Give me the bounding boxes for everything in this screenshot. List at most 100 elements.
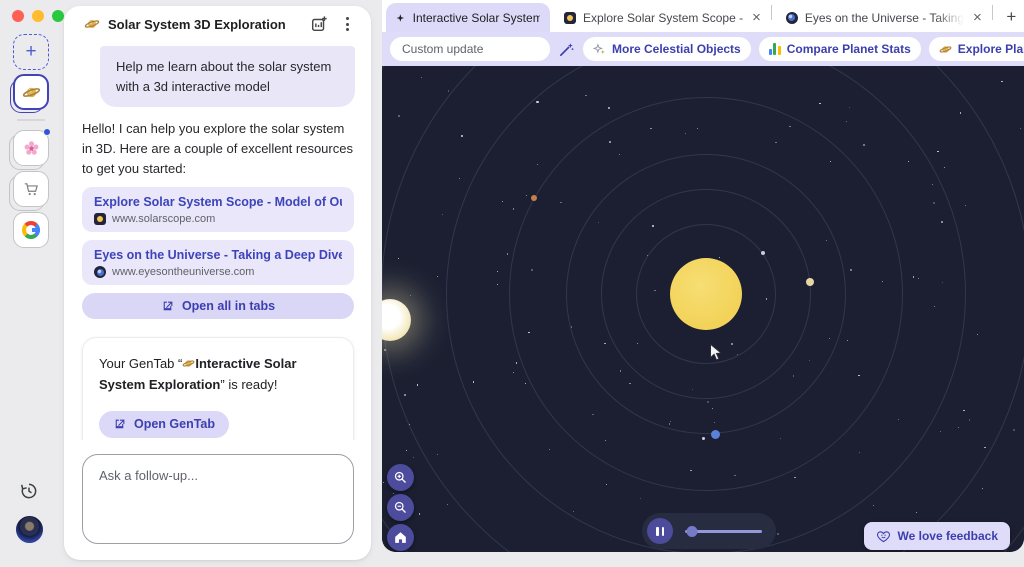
open-all-label: Open all in tabs [182,299,275,313]
open-gentab-button[interactable]: Open GenTab [99,411,229,438]
browser-tab-strip: Interactive Solar System Explor... Explo… [382,0,1024,32]
sparkle-star-icon [396,12,405,24]
cart-icon [23,181,40,198]
link-title[interactable]: Eyes on the Universe - Taking a Deep Div… [94,248,342,262]
feedback-button[interactable]: We love feedback [864,522,1011,550]
link-url: www.solarscope.com [112,213,215,225]
planet-icon [182,357,195,370]
tab-solar-system-scope[interactable]: Explore Solar System Scope - × [550,3,771,32]
moon-dot[interactable] [702,437,705,440]
tab-label: Interactive Solar System Explor... [413,11,540,25]
chat-header: Solar System 3D Exploration [64,6,371,42]
scene-layer [382,66,1024,552]
notification-dot [43,128,51,136]
planet-small-gray[interactable] [761,251,765,255]
planet-icon [84,16,100,32]
zoom-in-button[interactable] [387,464,414,491]
eyes-universe-favicon [786,12,798,24]
composer [82,454,354,544]
gentab-toolbar: More Celestial Objects Compare Planet St… [382,32,1024,66]
close-tab-icon[interactable]: × [971,10,984,25]
follow-up-input[interactable] [82,454,354,544]
tab-interactive-solar-system[interactable]: Interactive Solar System Explor... [386,3,550,32]
zoom-out-button[interactable] [387,494,414,521]
pause-icon [662,527,665,536]
minimize-window-button[interactable] [32,10,44,22]
plus-icon: + [1006,7,1016,27]
rail-tab-google[interactable] [13,212,49,248]
planet-icon [939,43,952,56]
magic-wand-icon [558,41,575,58]
gentab-ready-text: Your GenTab “Interactive Solar System Ex… [99,354,337,394]
home-view-button[interactable] [387,524,414,551]
vertical-tab-rail: + [0,0,62,567]
user-message-bubble: Help me learn about the solar system wit… [100,46,355,107]
solarscope-favicon [564,12,576,24]
open-in-new-icon [113,418,126,431]
planet-blue[interactable] [711,430,720,439]
speed-slider[interactable] [685,525,762,537]
history-icon [19,481,39,501]
tab-label: Explore Solar System Scope - [583,11,743,25]
pill-label: More Celestial Objects [612,42,741,56]
rail-tab-flower[interactable] [13,130,49,166]
solar-system-canvas[interactable]: We love feedback [382,66,1024,552]
tab-label: Eyes on the Universe - Taking [805,11,964,25]
google-logo-icon [22,221,40,239]
open-in-tab-icon [310,15,328,33]
chat-side-panel: Solar System 3D Exploration Help me lear… [64,6,371,560]
open-all-in-tabs-button[interactable]: Open all in tabs [82,293,354,319]
gentab-ready-card: Your GenTab “Interactive Solar System Ex… [82,337,354,440]
new-tab-rail-button[interactable]: + [13,34,49,70]
rail-divider [17,119,45,121]
sun[interactable] [670,258,742,330]
tab-eyes-on-universe[interactable]: Eyes on the Universe - Taking × [772,3,992,32]
flower-icon [23,140,40,157]
magic-wand-button[interactable] [558,38,575,60]
history-button[interactable] [19,481,41,503]
planet-icon [22,83,41,102]
close-window-button[interactable] [12,10,24,22]
more-celestial-objects-button[interactable]: More Celestial Objects [583,37,751,61]
explore-planet-surface-button[interactable]: Explore Planet Surface [929,37,1024,61]
assistant-message: Hello! I can help you explore the solar … [82,119,354,179]
open-in-new-icon [161,300,174,313]
eyes-universe-favicon [94,266,106,278]
sparkles-icon [593,43,606,56]
link-card-eyes-universe[interactable]: Eyes on the Universe - Taking a Deep Div… [82,240,354,285]
custom-update-input[interactable] [390,37,550,61]
pause-icon [656,527,659,536]
home-icon [393,530,408,545]
planet-pale-yellow[interactable] [806,278,814,286]
chat-title: Solar System 3D Exploration [108,17,301,32]
time-control-bar [642,513,776,549]
planet-orange[interactable] [531,195,537,201]
close-tab-icon[interactable]: × [750,10,763,25]
tab-divider [992,5,993,20]
kebab-menu-icon [346,17,349,31]
more-menu-button[interactable] [337,14,357,34]
solarscope-favicon [94,213,106,225]
slider-thumb[interactable] [686,526,697,537]
plus-icon: + [25,41,36,63]
rail-tab-gentab-active[interactable] [13,74,49,110]
open-in-tab-button[interactable] [309,14,329,34]
mouse-cursor-icon [709,343,725,362]
profile-avatar[interactable] [16,516,43,543]
link-card-solarscope[interactable]: Explore Solar System Scope - Model of Ou… [82,187,354,232]
heart-smile-icon [876,529,891,544]
pause-button[interactable] [647,518,673,544]
new-tab-button[interactable]: + [999,4,1024,30]
bar-chart-icon [769,43,781,55]
zoom-out-icon [393,500,408,515]
open-gentab-label: Open GenTab [134,417,215,431]
compare-planet-stats-button[interactable]: Compare Planet Stats [759,37,921,61]
link-title[interactable]: Explore Solar System Scope - Model of Ou… [94,195,342,209]
traffic-lights [6,4,70,28]
rail-tab-cart[interactable] [13,171,49,207]
maximize-window-button[interactable] [52,10,64,22]
link-url: www.eyesontheuniverse.com [112,266,254,278]
chat-scroll-area[interactable]: Help me learn about the solar system wit… [64,42,371,440]
pill-label: Compare Planet Stats [787,42,911,56]
pill-label: Explore Planet Surface [958,42,1024,56]
